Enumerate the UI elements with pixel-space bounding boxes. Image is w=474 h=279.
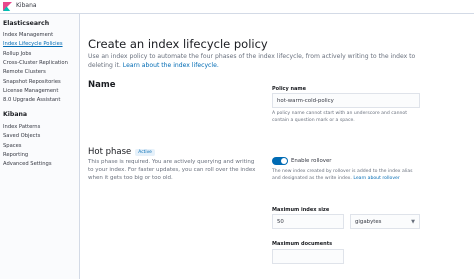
chevron-down-icon: ▼ [411,218,415,225]
lifecycle-learn-link[interactable]: Learn about the index lifecycle. [123,62,219,69]
sidebar-item-index-lifecycle-policies[interactable]: Index Lifecycle Policies [3,41,63,47]
sidebar-item-rollup-jobs[interactable]: Rollup Jobs [3,51,31,57]
active-badge: Active [135,148,155,156]
max-documents-input[interactable] [272,249,344,264]
top-bar: Kibana [0,0,474,14]
sidebar-nav: Elasticsearch Index Management Index Lif… [0,14,80,279]
page-title: Create an index lifecycle policy [88,37,268,51]
hot-phase-description: This phase is required. You are actively… [88,159,256,181]
sidebar-item-spaces[interactable]: Spaces [3,143,22,149]
sidebar-item-upgrade-assistant[interactable]: 8.0 Upgrade Assistant [3,97,60,103]
size-unit-value: gigabytes [355,218,382,225]
sidebar-item-cross-cluster-replication[interactable]: Cross-Cluster Replication [3,60,68,66]
sidebar-heading-elasticsearch: Elasticsearch [3,20,50,27]
policy-name-input[interactable]: hot-warm-cold-policy [272,93,420,108]
max-documents-label: Maximum documents [272,241,333,247]
kibana-logo-icon[interactable] [3,2,12,11]
sidebar-item-reporting[interactable]: Reporting [3,152,28,158]
sidebar-item-index-patterns[interactable]: Index Patterns [3,124,40,130]
app-title: Kibana [16,2,37,9]
sidebar-item-advanced-settings[interactable]: Advanced Settings [3,161,52,167]
intro-text: Use an index policy to automate the four… [88,52,438,70]
sidebar-item-remote-clusters[interactable]: Remote Clusters [3,69,46,75]
rollover-toggle[interactable] [272,157,288,165]
policy-name-label: Policy name [272,86,307,92]
policy-name-help: A policy name cannot start with an under… [272,111,407,123]
max-size-label: Maximum index size [272,207,330,213]
hot-phase-heading: Hot phase Active [88,147,155,157]
sidebar-item-index-management[interactable]: Index Management [3,32,53,38]
sidebar-item-snapshot-repositories[interactable]: Snapshot Repositories [3,79,61,85]
sidebar-item-saved-objects[interactable]: Saved Objects [3,133,40,139]
hot-phase-title: Hot phase [88,147,132,157]
name-section-heading: Name [88,80,116,90]
rollover-toggle-label: Enable rollover [291,158,332,164]
max-size-input[interactable]: 50 [272,214,344,229]
rollover-learn-link[interactable]: Learn about rollover [353,176,399,181]
size-unit-select[interactable]: gigabytes ▼ [350,214,420,229]
sidebar-heading-kibana: Kibana [3,111,28,118]
sidebar-item-license-management[interactable]: License Management [3,88,58,94]
rollover-help: The new index created by rollover is add… [272,169,422,182]
toggle-knob [281,158,287,164]
